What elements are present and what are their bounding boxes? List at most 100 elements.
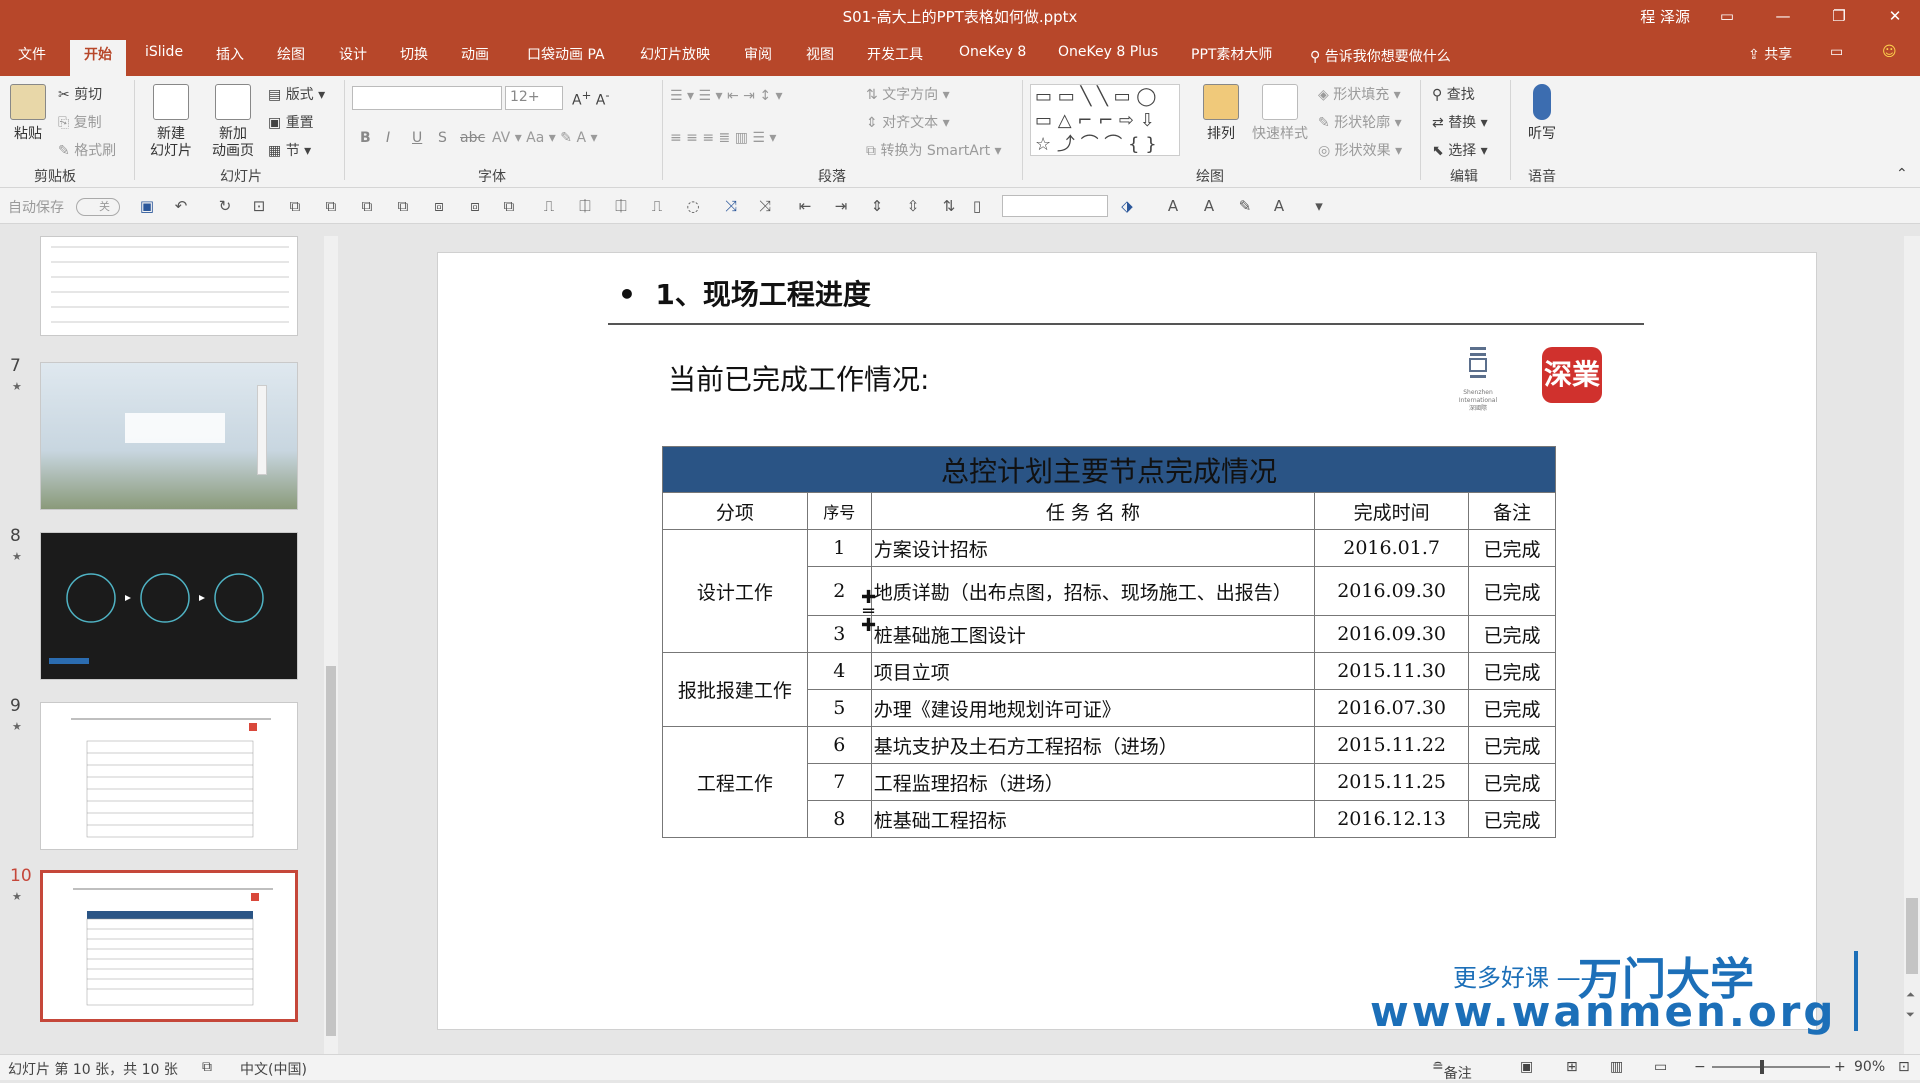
qat-tool-icon[interactable]: ⧉ <box>394 197 412 215</box>
task-cell[interactable]: 工程监理招标（进场） <box>870 763 1316 801</box>
autosave-toggle[interactable]: 关 <box>76 198 120 216</box>
layout-button[interactable]: ▤ 版式 ▾ <box>268 84 325 104</box>
tab-transitions[interactable]: 切换 <box>400 44 428 64</box>
note-cell[interactable]: 已完成 <box>1468 652 1556 690</box>
arrange-button[interactable]: 排列 <box>1196 84 1246 143</box>
scrollbar-thumb[interactable] <box>326 666 336 1036</box>
group-cell[interactable]: 报批报建工作 <box>662 652 808 727</box>
qat-tool-icon[interactable]: ⬗ <box>1118 197 1136 215</box>
grow-font-icon[interactable]: A+ A- <box>572 88 610 109</box>
tab-review[interactable]: 审阅 <box>744 44 772 64</box>
qat-tool-icon[interactable]: ⧉ <box>358 197 376 215</box>
slide-thumbnail-selected[interactable] <box>40 870 298 1022</box>
copy-button[interactable]: ⎘ 复制 <box>58 112 102 132</box>
present-icon[interactable]: ⊡ <box>250 197 268 215</box>
zoom-out-button[interactable]: − <box>1694 1059 1706 1075</box>
column-header[interactable]: 任 务 名 称 <box>870 492 1316 530</box>
font-family-dropdown[interactable] <box>352 86 502 110</box>
qat-tool-icon[interactable]: ⤨ <box>756 197 774 215</box>
shadow-button[interactable]: S <box>438 130 447 146</box>
tab-ppt-material[interactable]: PPT素材大师 <box>1191 44 1272 64</box>
text-direction-button[interactable]: ⇅ 文字方向 ▾ <box>866 84 950 104</box>
note-cell[interactable]: 已完成 <box>1468 726 1556 764</box>
note-cell[interactable]: 已完成 <box>1468 800 1556 838</box>
slide-counter[interactable]: 幻灯片 第 10 张，共 10 张 <box>8 1059 178 1079</box>
share-button[interactable]: ⇪ 共享 <box>1748 44 1792 64</box>
find-button[interactable]: ⚲ 查找 <box>1432 84 1475 104</box>
tab-file[interactable]: 文件 <box>18 44 46 64</box>
qat-tool-icon[interactable]: ⧉ <box>286 197 304 215</box>
note-cell[interactable]: 已完成 <box>1468 689 1556 727</box>
tab-view[interactable]: 视图 <box>806 44 834 64</box>
column-header[interactable]: 完成时间 <box>1314 492 1470 530</box>
date-cell[interactable]: 2015.11.25 <box>1314 763 1470 801</box>
date-cell[interactable]: 2016.07.30 <box>1314 689 1470 727</box>
prev-slide-icon[interactable]: ⏶ <box>1906 988 1915 1002</box>
user-name[interactable]: 程 泽源 <box>1640 6 1690 27</box>
collapse-ribbon-icon[interactable]: ⌃ <box>1896 166 1908 182</box>
quick-styles-button[interactable]: 快速样式 <box>1248 84 1312 143</box>
tab-design[interactable]: 设计 <box>339 44 367 64</box>
shape-fill-button[interactable]: ◈ 形状填充 ▾ <box>1318 84 1401 104</box>
date-cell[interactable]: 2016.12.13 <box>1314 800 1470 838</box>
slide-thumbnail[interactable] <box>40 702 298 850</box>
tab-islide[interactable]: iSlide <box>145 44 183 60</box>
index-cell[interactable]: 7 <box>806 763 872 801</box>
restore-icon[interactable]: ❐ <box>1816 0 1862 32</box>
scrollbar-thumb[interactable] <box>1906 898 1918 974</box>
tell-me-search[interactable]: ⚲ 告诉我你想要做什么 <box>1310 46 1451 66</box>
tab-pocket-anim[interactable]: 口袋动画 PA <box>527 44 605 64</box>
cut-button[interactable]: ✂ 剪切 <box>58 84 102 104</box>
reset-button[interactable]: ▣ 重置 <box>268 112 314 132</box>
bold-button[interactable]: B <box>360 130 371 146</box>
save-icon[interactable]: ▣ <box>138 197 156 215</box>
date-cell[interactable]: 2016.01.7 <box>1314 529 1470 567</box>
note-cell[interactable]: 已完成 <box>1468 615 1556 653</box>
qat-tool-icon[interactable]: A <box>1200 197 1218 215</box>
slide-heading[interactable]: • 1、现场工程进度 <box>618 273 871 313</box>
align-icons[interactable]: ≡ ≡ ≡ ≣ ▥ ☰ ▾ <box>670 130 776 146</box>
font-size-dropdown[interactable]: 12+ <box>505 86 563 110</box>
tab-onekey8plus[interactable]: OneKey 8 Plus <box>1058 44 1158 60</box>
spellcheck-icon[interactable]: ⧉ <box>202 1059 212 1075</box>
note-cell[interactable]: 已完成 <box>1468 566 1556 616</box>
qat-tool-icon[interactable]: ⇕ <box>868 197 886 215</box>
qat-tool-icon[interactable]: ▯ <box>968 197 986 215</box>
qat-tool-icon[interactable]: ✎ <box>1236 197 1254 215</box>
comments-icon[interactable]: ▭ <box>1830 44 1843 60</box>
close-icon[interactable]: ✕ <box>1872 0 1918 32</box>
bullets-icon[interactable]: ☰ ▾ ☰ ▾ ⇤ ⇥ ↕ ▾ <box>670 88 783 104</box>
smartart-button[interactable]: ⧉ 转换为 SmartArt ▾ <box>866 140 1002 160</box>
slide-thumbnail[interactable] <box>40 236 298 336</box>
zoom-level[interactable]: 90% <box>1854 1059 1885 1075</box>
zoom-in-button[interactable]: + <box>1834 1059 1846 1075</box>
date-cell[interactable]: 2016.09.30 <box>1314 615 1470 653</box>
format-painter-button[interactable]: ✎ 格式刷 <box>58 140 116 160</box>
tab-draw[interactable]: 绘图 <box>277 44 305 64</box>
normal-view-icon[interactable]: ▣ <box>1520 1059 1533 1075</box>
task-cell[interactable]: 办理《建设用地规划许可证》 <box>870 689 1316 727</box>
index-cell[interactable]: 5 <box>806 689 872 727</box>
tab-onekey8[interactable]: OneKey 8 <box>959 44 1026 60</box>
smiley-icon[interactable]: ☺ <box>1882 44 1897 60</box>
qat-tool-icon[interactable]: A <box>1270 197 1288 215</box>
qat-tool-icon[interactable]: ⇤ <box>796 197 814 215</box>
slide-sorter-icon[interactable]: ⊞ <box>1566 1059 1578 1075</box>
qat-tool-icon[interactable]: ⧈ <box>466 197 484 215</box>
new-slide-button[interactable]: 新建 幻灯片 <box>142 84 200 160</box>
column-header[interactable]: 序号 <box>806 492 872 530</box>
task-cell[interactable]: 方案设计招标 <box>870 529 1316 567</box>
thumbnail-scrollbar[interactable] <box>324 236 338 1054</box>
section-button[interactable]: ▦ 节 ▾ <box>268 140 311 160</box>
index-cell[interactable]: 8 <box>806 800 872 838</box>
shapes-gallery[interactable]: ▭ ▭ ╲ ╲ ▭ ◯ ▭ △ ⌐ ⌐ ⇨ ⇩ ☆ ⤴ ⌒ ⌒ { } <box>1030 84 1180 156</box>
fit-slide-icon[interactable]: ⊡ <box>1898 1059 1910 1075</box>
strikethrough-button[interactable]: abc <box>460 130 485 146</box>
slideshow-icon[interactable]: ▭ <box>1654 1059 1667 1075</box>
note-cell[interactable]: 已完成 <box>1468 529 1556 567</box>
tab-developer[interactable]: 开发工具 <box>867 44 923 64</box>
italic-button[interactable]: I <box>386 130 390 146</box>
tab-slideshow[interactable]: 幻灯片放映 <box>640 44 710 64</box>
note-cell[interactable]: 已完成 <box>1468 763 1556 801</box>
notes-button[interactable]: ≘ 备注 <box>1432 1059 1472 1082</box>
